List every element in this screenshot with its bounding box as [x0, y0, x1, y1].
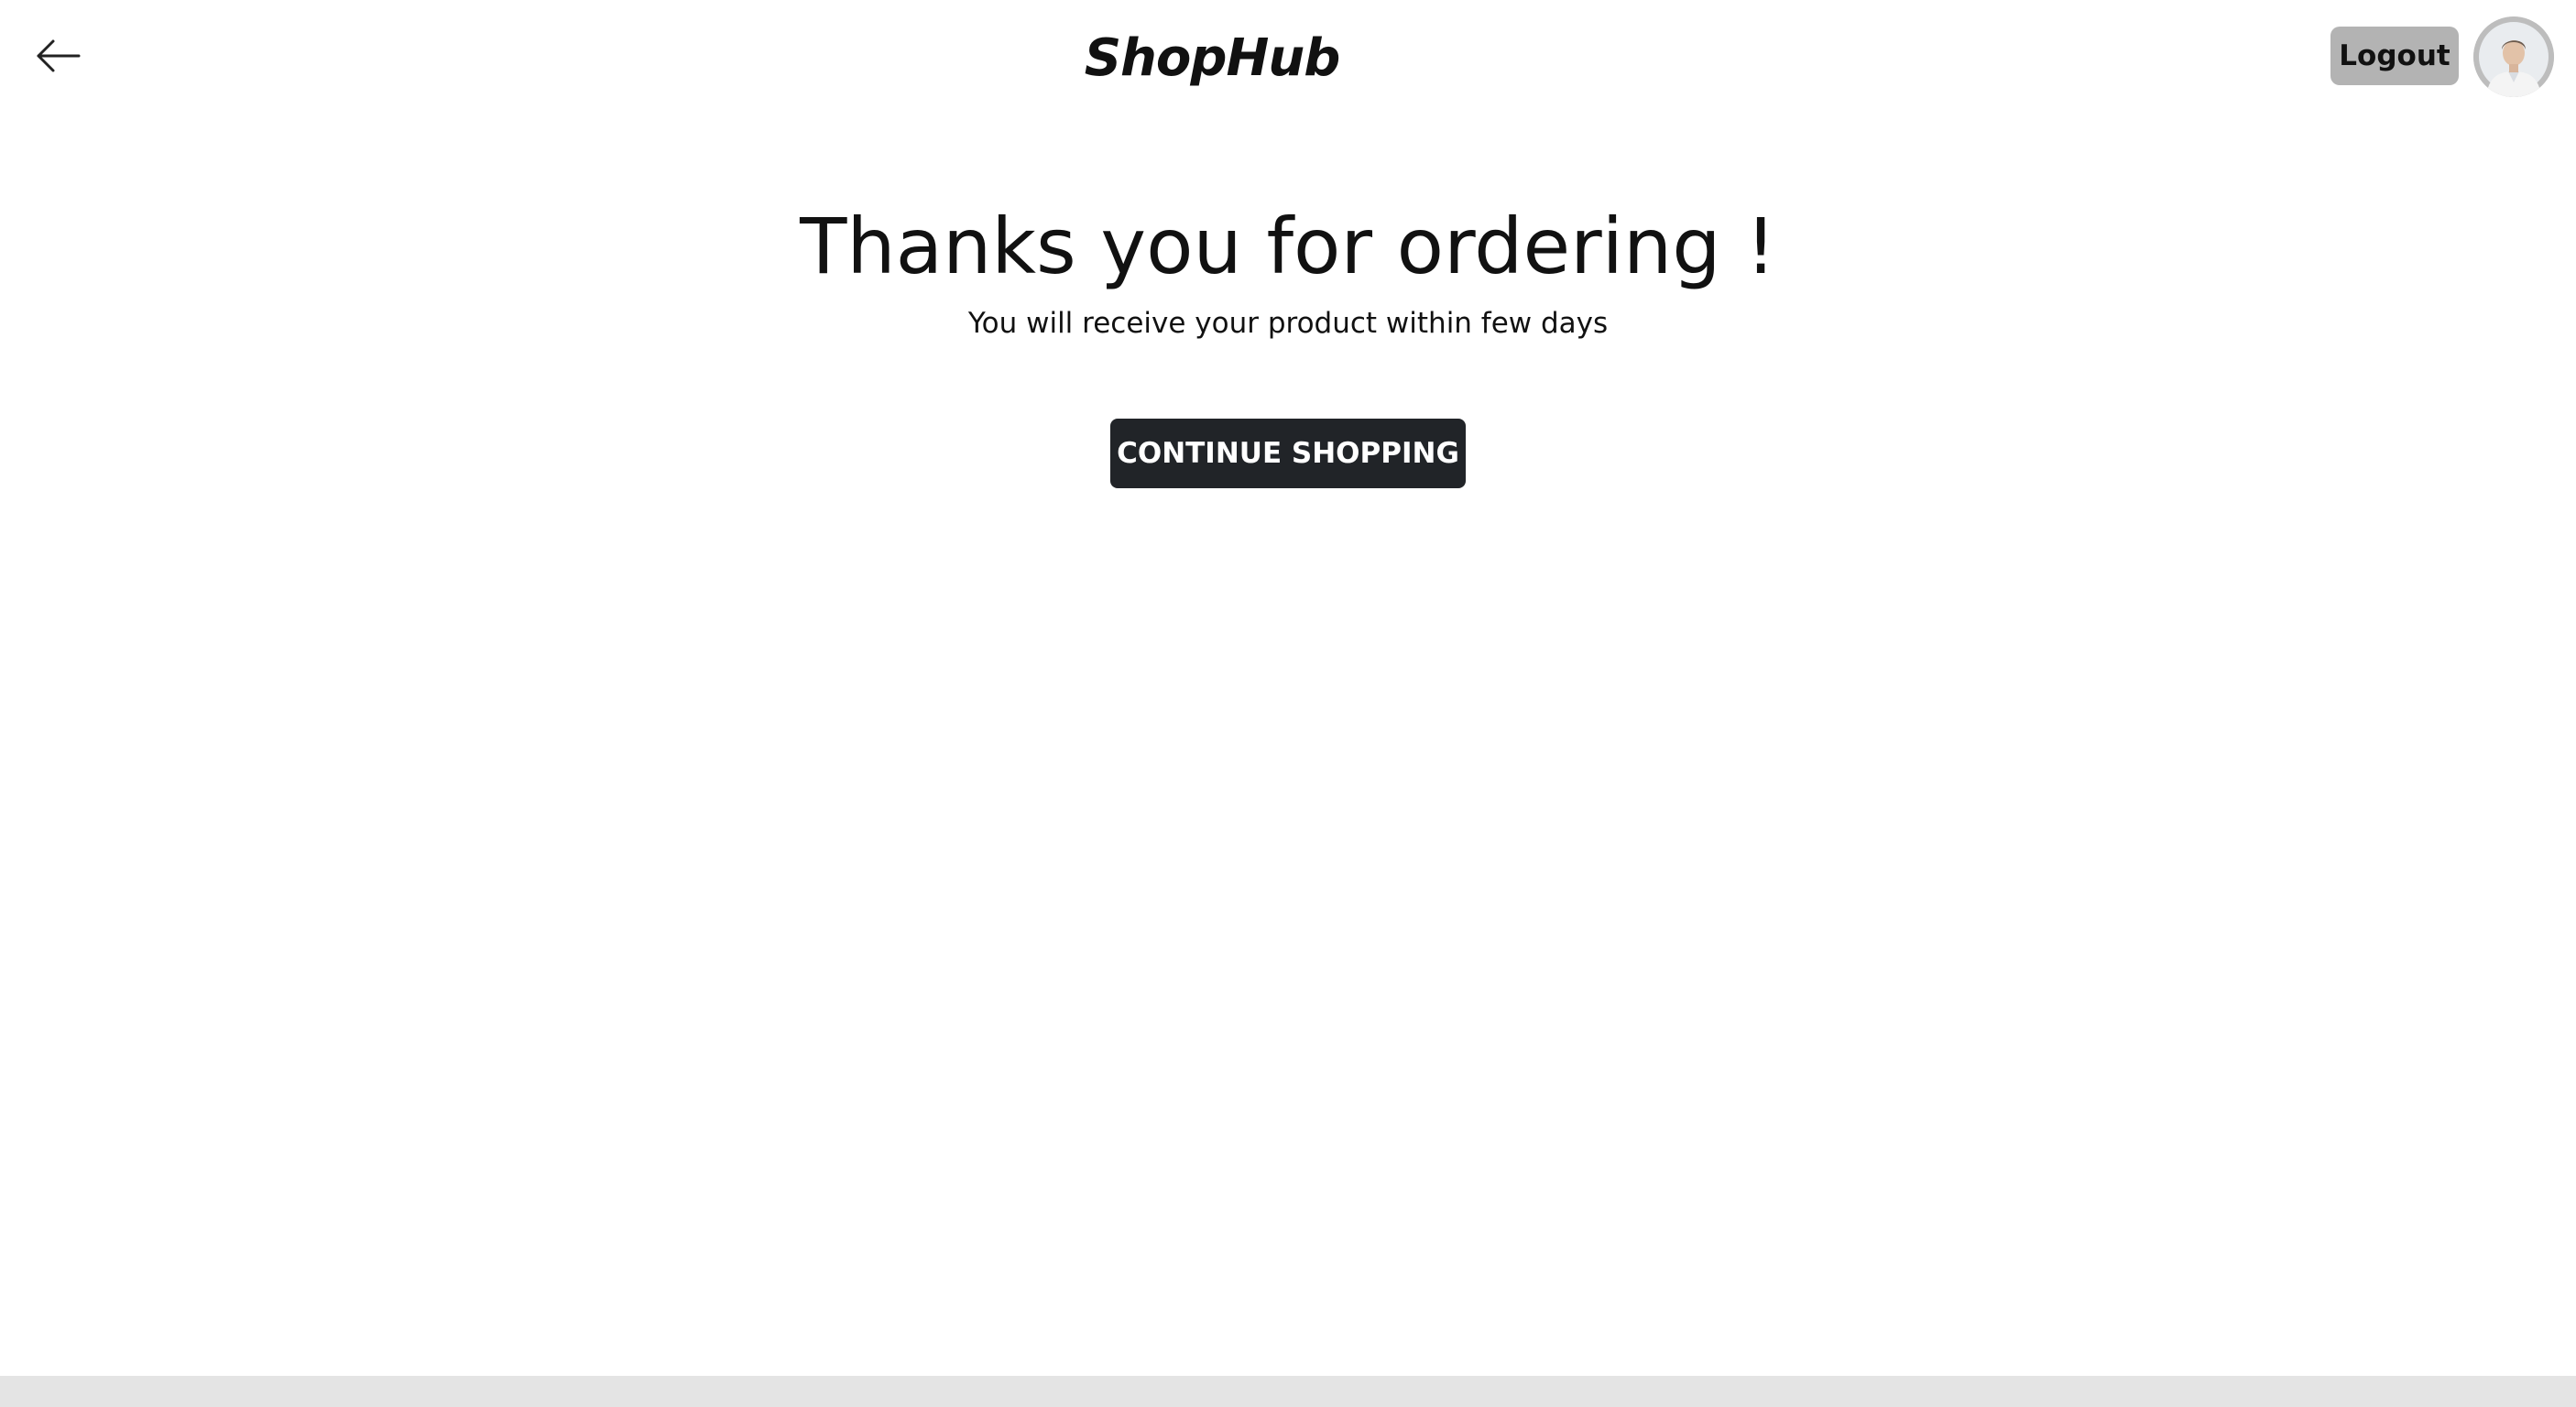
back-button[interactable] — [33, 33, 86, 79]
logout-button[interactable]: Logout — [2330, 27, 2459, 85]
arrow-left-icon — [37, 39, 81, 72]
order-confirmation-page: ShopHub Logout Thanks you for ordering !… — [0, 0, 2576, 1407]
brand-logo[interactable]: ShopHub — [1008, 26, 1416, 92]
user-avatar-icon — [2473, 16, 2554, 97]
horizontal-scrollbar[interactable] — [0, 1376, 2576, 1407]
confirmation-title: Thanks you for ordering ! — [800, 202, 1776, 291]
continue-shopping-button[interactable]: CONTINUE SHOPPING — [1110, 419, 1466, 488]
confirmation-subtitle: You will receive your product within few… — [967, 307, 1609, 340]
user-avatar[interactable] — [2473, 16, 2554, 97]
